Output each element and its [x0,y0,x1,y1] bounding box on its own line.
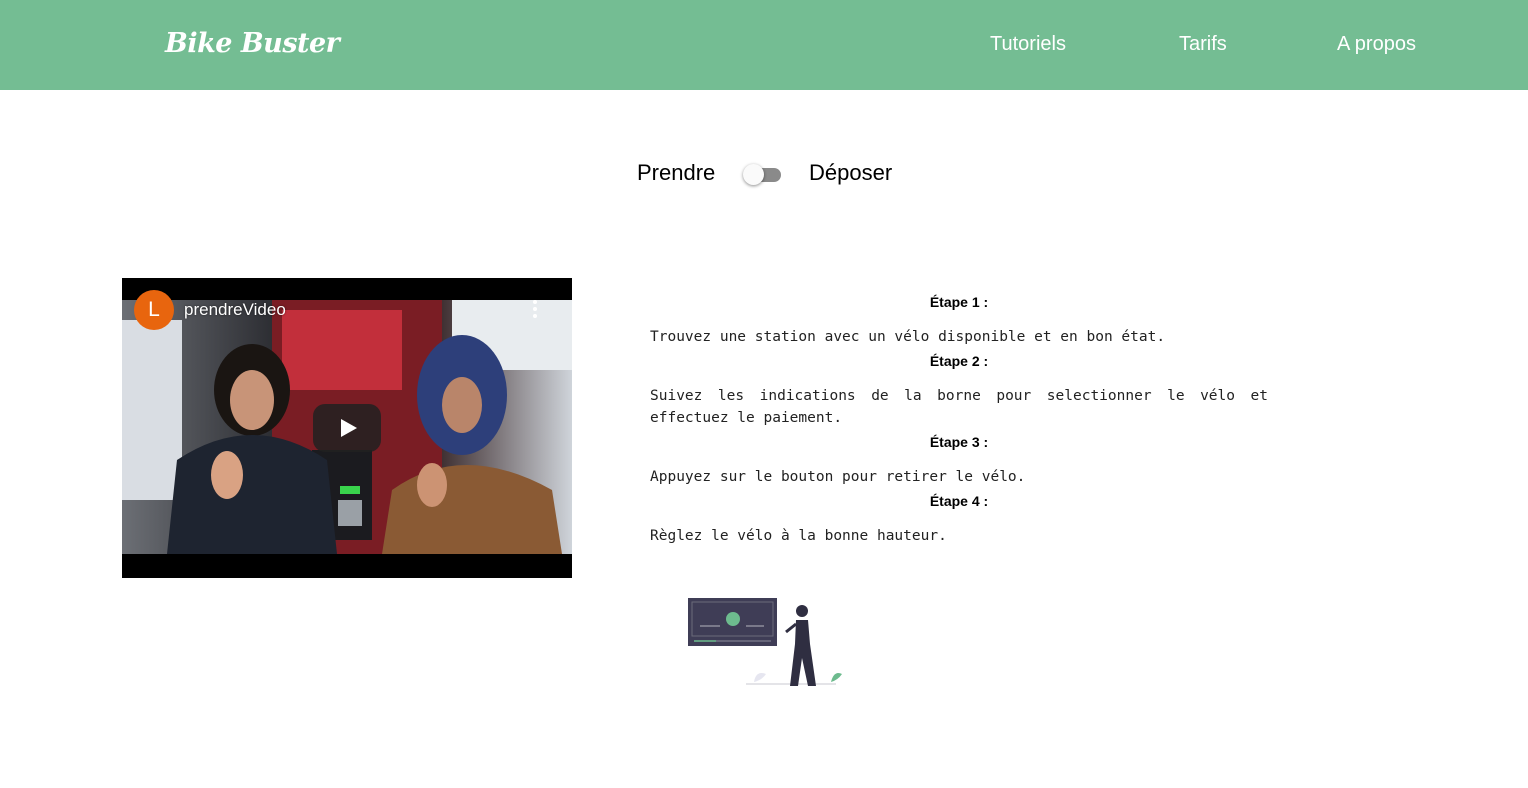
brand-logo[interactable]: Bike Buster [165,28,340,59]
toggle-label-prendre: Prendre [637,160,716,185]
play-icon[interactable] [313,404,381,452]
step-3-title: Étape 3 : [929,434,989,450]
nav-link-tutoriels[interactable]: Tutoriels [990,33,1066,56]
mode-toggle: Prendre Déposer [0,160,1528,190]
nav-link-a-propos[interactable]: A propos [1337,33,1416,56]
step-2-text: Suivez les indications de la borne pour … [650,388,1268,426]
navbar: Bike Buster Tutoriels Tarifs A propos [0,0,1528,90]
step-1-title: Étape 1 : [929,294,989,310]
channel-avatar[interactable]: L [134,290,174,330]
steps-list: Étape 1 : Trouvez une station avec un vé… [650,290,1268,547]
video-tutorial-illustration [686,596,844,690]
step-2-title: Étape 2 : [929,353,989,369]
nav-link-tarifs[interactable]: Tarifs [1179,33,1227,56]
video-title[interactable]: prendreVideo [184,300,286,320]
step-4-title: Étape 4 : [929,493,989,509]
step-1-text: Trouvez une station avec un vélo disponi… [650,329,1166,345]
step-3-text: Appuyez sur le bouton pour retirer le vé… [650,469,1026,485]
toggle-label-deposer: Déposer [809,160,893,185]
mode-switch-knob[interactable] [743,164,764,185]
video-player[interactable]: L prendreVideo [122,278,572,578]
kebab-menu-icon[interactable] [528,298,542,322]
step-4-text: Règlez le vélo à la bonne hauteur. [650,528,947,544]
